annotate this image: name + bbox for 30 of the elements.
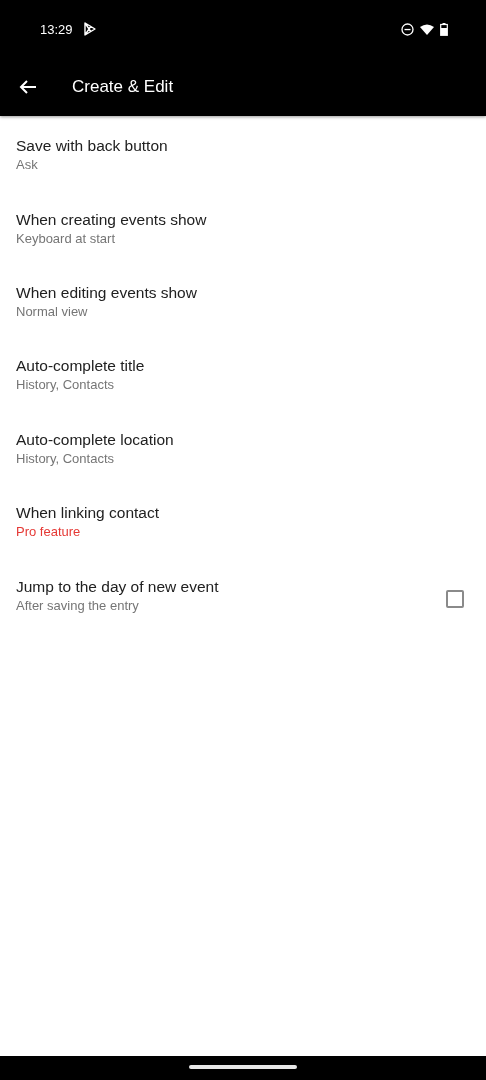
- gesture-handle[interactable]: [189, 1065, 297, 1069]
- setting-summary: History, Contacts: [16, 377, 115, 393]
- battery-icon: [440, 22, 448, 36]
- setting-summary: Ask: [16, 157, 39, 173]
- do-not-disturb-icon: [401, 22, 414, 36]
- setting-summary: Normal view: [16, 303, 89, 319]
- setting-summary: History, Contacts: [16, 450, 115, 466]
- play-store-icon: [82, 22, 97, 36]
- clock-time: 13:29: [40, 21, 73, 37]
- setting-item[interactable]: When linking contact Pro feature: [0, 488, 486, 563]
- setting-title: When editing events show: [16, 283, 198, 302]
- setting-item[interactable]: When editing events show Normal view: [0, 268, 486, 343]
- setting-item[interactable]: Jump to the day of new event After saving the entry: [0, 562, 486, 636]
- wifi-icon: [420, 23, 434, 35]
- setting-title: Auto-complete location: [16, 430, 175, 449]
- setting-item[interactable]: When creating events show Keyboard at start: [0, 195, 486, 269]
- screen-title: Create & Edit: [72, 77, 174, 97]
- setting-title: When creating events show: [16, 210, 208, 229]
- setting-summary: Keyboard at start: [16, 230, 116, 246]
- setting-title: Jump to the day of new event: [16, 577, 220, 596]
- setting-title: Save with back button: [16, 137, 169, 156]
- setting-item[interactable]: Save with back button Ask: [0, 122, 486, 196]
- setting-title: When linking contact: [16, 504, 161, 523]
- checkbox[interactable]: [446, 590, 464, 609]
- setting-item[interactable]: Auto-complete location History, Contacts: [0, 415, 486, 489]
- setting-item[interactable]: Auto-complete title History, Contacts: [0, 342, 486, 416]
- setting-summary: Pro feature: [16, 524, 82, 540]
- back-arrow-icon[interactable]: [19, 79, 37, 95]
- setting-summary: After saving the entry: [16, 597, 140, 613]
- setting-title: Auto-complete title: [16, 357, 146, 376]
